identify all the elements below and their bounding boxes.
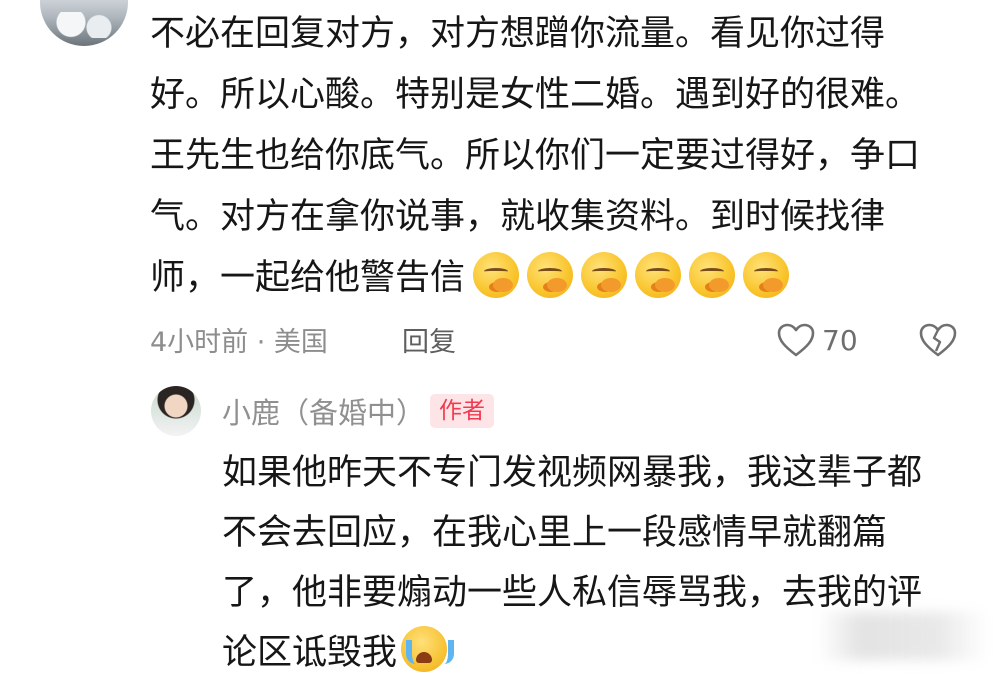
author-badge: 作者 bbox=[430, 394, 494, 428]
reply-line: 了，他非要煽动一些人私信辱骂我，去我的评 bbox=[222, 573, 923, 613]
like-count: 70 bbox=[822, 323, 858, 357]
reply-line: 不会去回应，在我心里上一段感情早就翻篇 bbox=[222, 513, 888, 553]
comment-line: 好。所以心酸。特别是女性二婚。遇到好的很难。 bbox=[150, 75, 921, 115]
reply-line: 论区诋毁我 bbox=[222, 633, 398, 673]
shushing-face-emoji bbox=[743, 251, 790, 298]
emoji-row bbox=[465, 249, 790, 310]
like-button[interactable]: 70 bbox=[776, 322, 858, 358]
comment-line: 师，一起给他警告信 bbox=[150, 258, 466, 298]
reply-line: 如果他昨天不专门发视频网暴我，我这辈子都 bbox=[222, 453, 923, 493]
comment-body: 不必在回复对方，对方想蹭你流量。看见你过得 好。所以心酸。特别是女性二婚。遇到好… bbox=[150, 4, 950, 310]
author-name[interactable]: 小鹿（备婚中） bbox=[222, 390, 425, 432]
broken-heart-icon[interactable] bbox=[918, 322, 958, 358]
crying-face-emoji bbox=[401, 626, 455, 672]
comment-line: 王先生也给你底气。所以你们一定要过得好，争口 bbox=[150, 136, 921, 176]
heart-icon bbox=[777, 323, 815, 357]
shushing-face-emoji bbox=[581, 251, 628, 298]
comment-meta: 4小时前 · 美国 bbox=[150, 327, 328, 358]
commenter-avatar[interactable] bbox=[40, 0, 128, 46]
reply-button[interactable]: 回复 bbox=[402, 320, 456, 359]
shushing-face-emoji bbox=[527, 251, 574, 298]
comment-line: 不必在回复对方，对方想蹭你流量。看见你过得 bbox=[150, 14, 886, 54]
comment-line: 气。对方在拿你说事，就收集资料。到时候找律 bbox=[150, 197, 886, 237]
shushing-face-emoji bbox=[473, 251, 520, 298]
author-avatar[interactable] bbox=[151, 386, 201, 436]
blurred-watermark bbox=[818, 612, 988, 660]
shushing-face-emoji bbox=[635, 251, 682, 298]
shushing-face-emoji bbox=[689, 251, 736, 298]
